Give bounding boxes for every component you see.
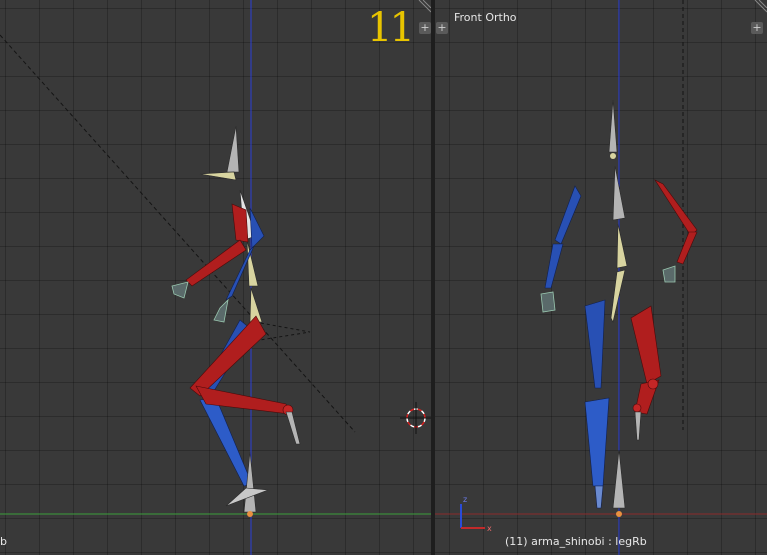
bone-arm-upper-left[interactable] [249,207,265,249]
bone-thigh-right[interactable] [189,315,267,397]
bone-root[interactable] [612,449,626,509]
bone-shin-left[interactable] [584,397,610,487]
svg-text:x: x [487,524,492,533]
svg-text:z: z [463,495,467,504]
bone-foot-left[interactable] [594,485,604,509]
bone-foot-right[interactable] [634,411,642,441]
joint-ankle-right[interactable] [632,403,642,413]
bone-hand-right[interactable] [662,265,676,283]
viewport-left[interactable]: 11 + b [0,0,431,555]
area-split-button[interactable]: + [419,22,431,34]
armature-side-view [0,0,431,555]
bone-forearm-left[interactable] [544,243,564,289]
area-corner-handle-icon[interactable] [753,0,767,14]
bone-jaw[interactable] [199,171,237,181]
armature-front-view: z x [435,0,767,555]
area-split-button-right[interactable]: + [751,22,763,34]
viewport-right[interactable]: z x Front Ortho + + (11) arma_shinobi : … [435,0,767,555]
bone-head[interactable] [608,99,618,153]
bone-hand-right[interactable] [171,281,189,299]
joint-knee-right[interactable] [647,378,659,390]
viewport-status-right: (11) arma_shinobi : legRb [505,535,647,548]
bone-thigh-right[interactable] [630,305,662,385]
area-split-button-left[interactable]: + [436,22,448,34]
frame-number: 11 [367,5,415,51]
bone-shin-left[interactable] [199,397,253,487]
origin-point [247,511,253,517]
bone-arm-upper-right[interactable] [654,179,698,237]
bone-spine-lower[interactable] [610,269,626,323]
bone-hand-left[interactable] [540,291,556,313]
bone-arm-upper-right[interactable] [231,203,249,243]
bone-spine-upper[interactable] [616,223,628,269]
bone-thigh-left[interactable] [584,299,606,389]
3d-cursor-icon[interactable] [400,402,431,434]
joint-head[interactable] [610,153,616,159]
bone-arm-upper-left[interactable] [554,185,582,245]
bone-forearm-right[interactable] [676,231,698,265]
bone-foot-right[interactable] [285,411,301,445]
origin-point [616,511,622,517]
viewport-status-left: b [0,535,7,548]
bone-hand-left[interactable] [213,298,229,323]
bone-head[interactable] [226,125,240,173]
area-corner-handle-icon[interactable] [417,0,431,14]
view-name-label: Front Ortho [454,11,517,24]
dashed-guide-line [0,34,356,433]
